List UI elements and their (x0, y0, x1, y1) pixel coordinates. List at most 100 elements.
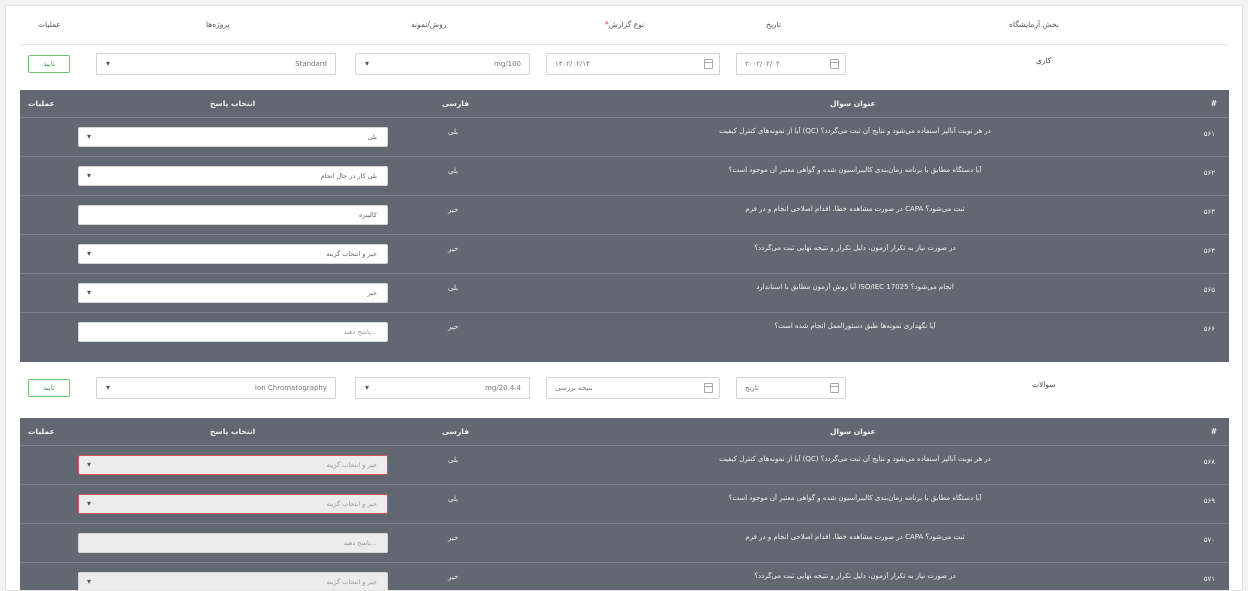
page-container: بخش آزمایشگاه تاریخ *نوع گزارش روش/نمونه… (5, 5, 1243, 591)
lang-badge: خیر (448, 323, 459, 331)
lang-badge: بلی (448, 284, 459, 292)
table-row: ۵۶۴ در صورت نیاز به تکرار آزمون، دلیل تک… (20, 235, 1229, 274)
chevron-down-icon: ▾ (106, 383, 111, 392)
lang-badge: بلی (448, 167, 459, 175)
lang-badge: خیر (448, 245, 459, 253)
question-text: آیا نگهداری نمونه‌ها طبق دستورالعمل انجا… (774, 322, 936, 330)
section2-method-select[interactable]: ▾ mg/20.4.4 (355, 377, 530, 399)
chevron-down-icon: ▾ (365, 383, 370, 392)
section1-form-row: تایید ▾ Standard ▾ mg/100 ۱۴۰۲/۰۲/۱۴ ۲۰۰… (20, 53, 1228, 79)
table-row: ۵۶۱ آیا از نمونه‌های کنترل کیفیت (QC) در… (20, 118, 1229, 157)
table-row: ۵۶۳ در صورت مشاهده خطا، اقدام اصلاحی انج… (20, 196, 1229, 235)
header-date: تاریخ (766, 20, 781, 29)
calendar-icon[interactable] (704, 383, 713, 393)
question-text: در صورت نیاز به تکرار آزمون، دلیل تکرار … (754, 244, 956, 252)
section2-project-select[interactable]: ▾ Ion Chromatography (96, 377, 336, 399)
questions-table-1: # عنوان سوال فارسی انتخاب پاسخ عملیات ۵۶… (20, 90, 1229, 362)
table-row: ۵۷۰ در صورت مشاهده خطا، اقدام اصلاحی انج… (20, 524, 1229, 563)
chevron-down-icon: ▾ (87, 249, 92, 258)
question-text: آیا از نمونه‌های کنترل کیفیت (QC) در هر … (719, 455, 991, 463)
section2-date-input[interactable]: تاریخ (736, 377, 846, 399)
table-header: # عنوان سوال فارسی انتخاب پاسخ عملیات (20, 90, 1229, 118)
answer-select[interactable]: ▾ خیر و انتخاب گزینه (78, 455, 388, 475)
question-text: در صورت نیاز به تکرار آزمون، دلیل تکرار … (754, 572, 956, 580)
column-actions: عملیات (28, 427, 55, 436)
section1-report-date-input[interactable]: ۱۴۰۲/۰۲/۱۴ (546, 53, 720, 75)
calendar-icon[interactable] (704, 59, 713, 69)
answer-select[interactable]: ▾ خیر (78, 283, 388, 303)
table-row: ۵۶۸ آیا از نمونه‌های کنترل کیفیت (QC) در… (20, 446, 1229, 485)
row-number: ۵۷۱ (1203, 575, 1215, 583)
column-lang: فارسی (442, 427, 470, 436)
question-text: آیا دستگاه مطابق با برنامه زمان‌بندی کال… (728, 494, 982, 502)
column-actions: عملیات (28, 99, 55, 108)
section1-project-select[interactable]: ▾ Standard (96, 53, 336, 75)
table-row: ۵۶۹ آیا دستگاه مطابق با برنامه زمان‌بندی… (20, 485, 1229, 524)
lang-badge: بلی (448, 495, 459, 503)
answer-select[interactable]: ▾ خیر و انتخاب گزینه (78, 494, 388, 514)
calendar-icon[interactable] (830, 383, 839, 393)
chevron-down-icon: ▾ (87, 288, 92, 297)
section2-confirm-button[interactable]: تایید (28, 379, 70, 397)
lang-badge: خیر (448, 534, 459, 542)
lang-badge: بلی (448, 456, 459, 464)
section1-label: کاری (1036, 56, 1052, 65)
row-number: ۵۶۹ (1203, 497, 1215, 505)
column-question: عنوان سوال (830, 427, 876, 436)
table-row: ۵۶۲ آیا دستگاه مطابق با برنامه زمان‌بندی… (20, 157, 1229, 196)
section1-date-input[interactable]: ۲۰۰۲/۰۲/۰۲ (736, 53, 846, 75)
lang-badge: بلی (448, 128, 459, 136)
answer-select[interactable]: ▾ بلی کار در حال انجام (78, 166, 388, 186)
column-question: عنوان سوال (830, 99, 876, 108)
lang-badge: خیر (448, 206, 459, 214)
section2-form-row: تایید ▾ Ion Chromatography ▾ mg/20.4.4 ن… (20, 377, 1228, 403)
chevron-down-icon: ▾ (87, 577, 92, 586)
column-answer: انتخاب پاسخ (210, 99, 256, 108)
answer-input[interactable]: پاسخ دهید... (78, 533, 388, 553)
header-source: روش/نمونه (411, 20, 447, 29)
chevron-down-icon: ▾ (365, 59, 370, 68)
row-number: ۵۶۴ (1203, 247, 1215, 255)
questions-table-2: # عنوان سوال فارسی انتخاب پاسخ عملیات ۵۶… (20, 418, 1229, 590)
header-report-type: *نوع گزارش (605, 20, 645, 29)
section2-label: سوالات (1032, 380, 1056, 389)
section1-confirm-button[interactable]: تایید (28, 55, 70, 73)
question-text: آیا روش آزمون مطابق با استاندارد ISO/IEC… (756, 283, 954, 291)
table-row: ۵۷۱ در صورت نیاز به تکرار آزمون، دلیل تک… (20, 563, 1229, 590)
row-number: ۵۶۶ (1203, 325, 1215, 333)
chevron-down-icon: ▾ (87, 460, 92, 469)
section1-method-select[interactable]: ▾ mg/100 (355, 53, 530, 75)
answer-input[interactable]: کالیبره (78, 205, 388, 225)
column-number: # (1210, 99, 1217, 108)
row-number: ۵۶۱ (1203, 130, 1215, 138)
answer-select[interactable]: ▾ بلی (78, 127, 388, 147)
answer-input[interactable]: پاسخ دهید... (78, 322, 388, 342)
row-number: ۵۷۰ (1203, 536, 1215, 544)
lang-badge: خیر (448, 573, 459, 581)
column-answer: انتخاب پاسخ (210, 427, 256, 436)
calendar-icon[interactable] (830, 59, 839, 69)
question-text: در صورت مشاهده خطا، اقدام اصلاحی انجام و… (745, 205, 965, 213)
chevron-down-icon: ▾ (87, 499, 92, 508)
header-lab-group: بخش آزمایشگاه (1009, 20, 1060, 29)
header-divider (20, 44, 1228, 45)
section2-report-date-input[interactable]: نتیجه بررسی (546, 377, 720, 399)
row-number: ۵۶۳ (1203, 208, 1215, 216)
chevron-down-icon: ▾ (106, 59, 111, 68)
row-number: ۵۶۸ (1203, 458, 1215, 466)
question-text: در صورت مشاهده خطا، اقدام اصلاحی انجام و… (745, 533, 965, 541)
question-text: آیا از نمونه‌های کنترل کیفیت (QC) در هر … (719, 127, 991, 135)
row-number: ۵۶۵ (1203, 286, 1215, 294)
table-row: ۵۶۵ آیا روش آزمون مطابق با استاندارد ISO… (20, 274, 1229, 313)
table-header: # عنوان سوال فارسی انتخاب پاسخ عملیات (20, 418, 1229, 446)
table-row: ۵۶۶ آیا نگهداری نمونه‌ها طبق دستورالعمل … (20, 313, 1229, 352)
chevron-down-icon: ▾ (87, 171, 92, 180)
row-number: ۵۶۲ (1203, 169, 1215, 177)
answer-select[interactable]: ▾ خیر و انتخاب گزینه (78, 244, 388, 264)
header-worksheet: پروژه‌ها (206, 20, 230, 29)
header-actions: عملیات (38, 20, 61, 29)
column-number: # (1210, 427, 1217, 436)
answer-select[interactable]: ▾ خیر و انتخاب گزینه (78, 572, 388, 590)
column-lang: فارسی (442, 99, 470, 108)
question-text: آیا دستگاه مطابق با برنامه زمان‌بندی کال… (728, 166, 982, 174)
